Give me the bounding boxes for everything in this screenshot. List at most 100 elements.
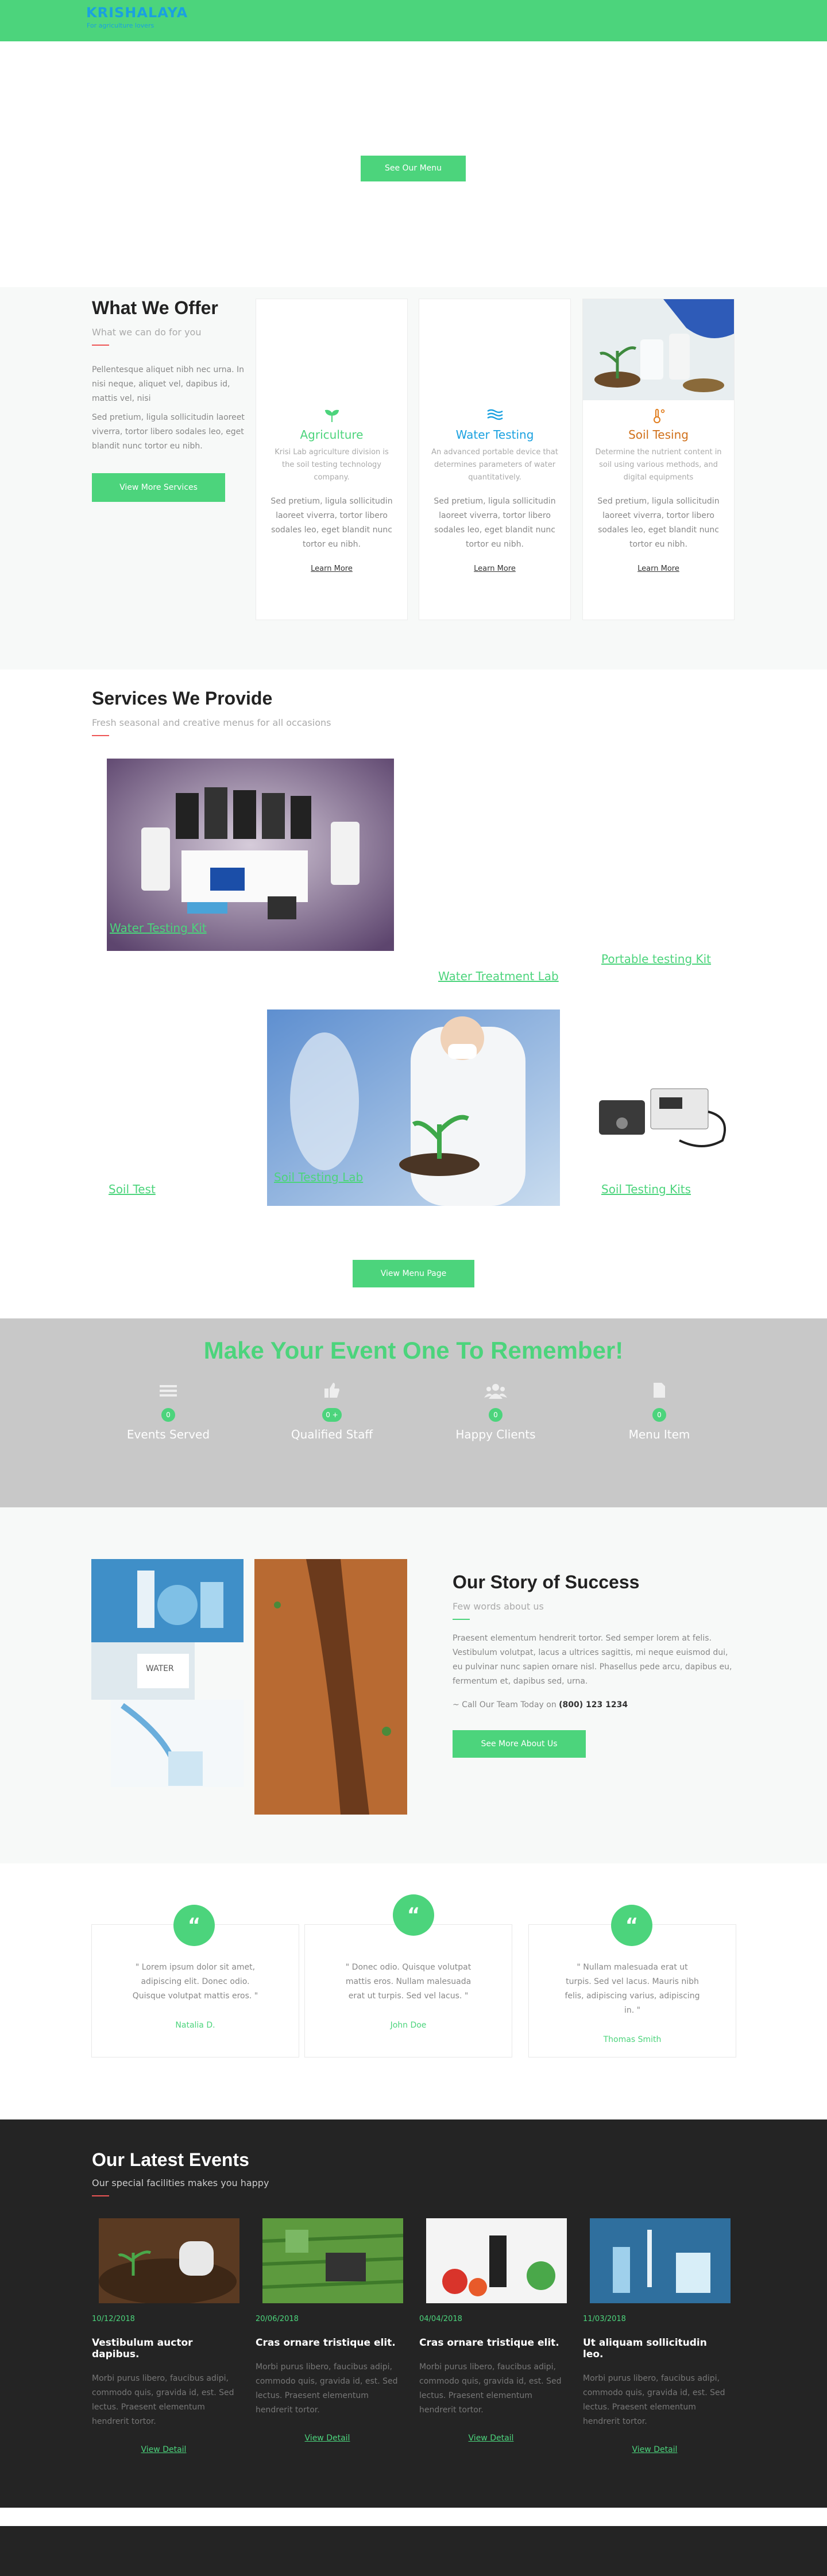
service-link-soil-testing-kits[interactable]: Soil Testing Kits: [601, 1182, 691, 1196]
event-body: Morbi purus libero, faucibus adipi, comm…: [256, 2362, 398, 2415]
story-text: Our Story of Success Few words about us …: [453, 1572, 734, 1758]
testimonial-author: John Doe: [390, 2021, 427, 2030]
footer-gap: [0, 2508, 827, 2526]
event-card: 04/04/2018 Cras ornare tristique elit. M…: [419, 2218, 567, 2443]
sprout-icon: [256, 408, 407, 424]
call-us-line: ~ Call Our Team Today on (800) 123 1234: [453, 1700, 734, 1709]
card-body: Sed pretium, ligula sollicitudin laoreet…: [597, 497, 720, 549]
lab-microscope-photo: [91, 1559, 244, 1642]
service-link-portable-testing-kit[interactable]: Portable testing Kit: [601, 952, 711, 966]
stat-value: 0 +: [322, 1408, 342, 1422]
stat-label: Qualified Staff: [291, 1428, 373, 1441]
service-link-soil-testing-lab[interactable]: Soil Testing Lab: [274, 1170, 363, 1184]
services-section: Services We Provide Fresh seasonal and c…: [0, 670, 827, 1318]
stat-menu-item: 0 Menu Item: [573, 1382, 745, 1441]
hero-section: See Our Menu: [0, 41, 827, 287]
event-banner: Make Your Event One To Remember! 0 Event…: [0, 1318, 827, 1507]
event-card: 20/06/2018 Cras ornare tristique elit. M…: [256, 2218, 404, 2443]
thumbs-up-icon: [246, 1382, 418, 1405]
water-waves-icon: [419, 408, 570, 424]
service-link-soil-test[interactable]: Soil Test: [109, 1182, 156, 1196]
offer-card-agriculture: Agriculture Krisi Lab agriculture divisi…: [256, 299, 408, 620]
water-analysis-photo: WATER: [91, 1642, 195, 1700]
stat-value: 0: [161, 1408, 175, 1422]
file-icon: [573, 1382, 745, 1405]
story-subtitle: Few words about us: [453, 1601, 544, 1612]
event-title: Make Your Event One To Remember!: [203, 1337, 624, 1364]
testimonial-text: " Nullam malesuada erat ut turpis. Sed v…: [565, 1963, 700, 2015]
event-body: Morbi purus libero, faucibus adipi, comm…: [583, 2374, 725, 2426]
stat-happy-clients: 0 Happy Clients: [409, 1382, 582, 1441]
quote-icon: “: [611, 1905, 652, 1946]
gardening-photo[interactable]: [99, 2218, 239, 2304]
learn-more-link[interactable]: Learn More: [474, 564, 516, 573]
title-underline: [92, 345, 109, 346]
see-menu-button[interactable]: See Our Menu: [361, 156, 466, 181]
story-title: Our Story of Success: [453, 1572, 640, 1592]
card-title: Water Testing: [455, 428, 534, 442]
card-lead: Krisi Lab agriculture division is the so…: [275, 448, 389, 482]
svg-text:WATER: WATER: [146, 1664, 174, 1673]
event-date: 04/04/2018: [419, 2315, 462, 2323]
latest-events-section: Our Latest Events Our special facilities…: [0, 2119, 827, 2508]
learn-more-link[interactable]: Learn More: [311, 564, 353, 573]
services-heading: Services We Provide Fresh seasonal and c…: [92, 688, 331, 736]
thermometer-icon: [583, 408, 734, 424]
event-card: 11/03/2018 Ut aliquam sollicitudin leo. …: [583, 2218, 731, 2454]
view-detail-link[interactable]: View Detail: [256, 2434, 399, 2443]
event-card: 10/12/2018 Vestibulum auctor dapibus. Mo…: [92, 2218, 239, 2454]
testimonial-text: " Lorem ipsum dolor sit amet, adipiscing…: [132, 1963, 258, 2001]
lab-pipette-photo[interactable]: [590, 2218, 731, 2303]
users-icon: [409, 1382, 582, 1405]
services-title: Services We Provide: [92, 688, 273, 709]
title-underline: [453, 1619, 470, 1620]
learn-more-link[interactable]: Learn More: [637, 564, 679, 573]
testimonial-author: Natalia D.: [175, 2021, 215, 2030]
event-title[interactable]: Ut aliquam sollicitudin leo.: [583, 2337, 726, 2360]
stat-label: Menu Item: [628, 1428, 690, 1441]
offer-subtitle: What we can do for you: [92, 327, 202, 338]
card-lead: An advanced portable device that determi…: [431, 448, 558, 482]
soil-testing-kits-image[interactable]: [588, 1077, 732, 1158]
stat-label: Happy Clients: [455, 1428, 536, 1441]
title-underline: [92, 735, 109, 736]
site-tagline: For agriculture lovers: [87, 22, 154, 29]
view-detail-link[interactable]: View Detail: [92, 2445, 235, 2454]
quote-icon: “: [393, 1894, 434, 1936]
event-date: 11/03/2018: [583, 2315, 626, 2323]
events-title: Our Latest Events: [92, 2149, 249, 2170]
view-menu-page-button[interactable]: View Menu Page: [353, 1260, 474, 1287]
testimonial-text: " Donec odio. Quisque volutpat mattis er…: [345, 1963, 472, 2001]
service-link-water-treatment-lab[interactable]: Water Treatment Lab: [438, 969, 559, 983]
event-title[interactable]: Vestibulum auctor dapibus.: [92, 2337, 235, 2360]
event-title[interactable]: Cras ornare tristique elit.: [256, 2337, 399, 2349]
view-detail-link[interactable]: View Detail: [583, 2445, 726, 2454]
footer: [0, 2526, 827, 2576]
quote-icon: “: [173, 1905, 215, 1946]
testimonial-card: " Donec odio. Quisque volutpat mattis er…: [304, 1924, 512, 2057]
water-glass-photo: [111, 1700, 244, 1787]
offer-paragraph-2: Sed pretium, ligula sollicitudin laoreet…: [92, 413, 245, 451]
view-detail-link[interactable]: View Detail: [419, 2434, 563, 2443]
stat-qualified-staff: 0 + Qualified Staff: [246, 1382, 418, 1441]
events-heading: Our Latest Events Our special facilities…: [92, 2149, 269, 2196]
offer-section: What We Offer What we can do for you Pel…: [0, 287, 827, 670]
event-body: Morbi purus libero, faucibus adipi, comm…: [92, 2374, 234, 2426]
stat-value: 0: [652, 1408, 666, 1422]
service-link-water-testing-kit[interactable]: Water Testing Kit: [110, 921, 207, 935]
card-lead: Determine the nutrient content in soil u…: [595, 448, 722, 482]
see-more-about-button[interactable]: See More About Us: [453, 1730, 586, 1758]
story-body: Praesent elementum hendrerit tortor. Sed…: [453, 1634, 732, 1686]
phone-number[interactable]: (800) 123 1234: [559, 1700, 628, 1709]
vegetables-microscope-photo[interactable]: [426, 2218, 567, 2303]
site-logo[interactable]: KRISHALAYA: [86, 5, 188, 21]
field-tablet-photo[interactable]: [262, 2218, 404, 2303]
offer-paragraph-1: Pellentesque aliquet nibh nec urna. In n…: [92, 365, 245, 403]
event-title[interactable]: Cras ornare tristique elit.: [419, 2337, 563, 2349]
view-more-services-button[interactable]: View More Services: [92, 473, 225, 502]
card-body: Sed pretium, ligula sollicitudin laoreet…: [434, 497, 556, 549]
stat-events-served: 0 Events Served: [82, 1382, 254, 1441]
testimonials-section: " Lorem ipsum dolor sit amet, adipiscing…: [0, 1863, 827, 2119]
offer-card-soil-testing: Soil Tesing Determine the nutrient conte…: [582, 299, 735, 620]
card-body: Sed pretium, ligula sollicitudin laoreet…: [270, 497, 393, 549]
